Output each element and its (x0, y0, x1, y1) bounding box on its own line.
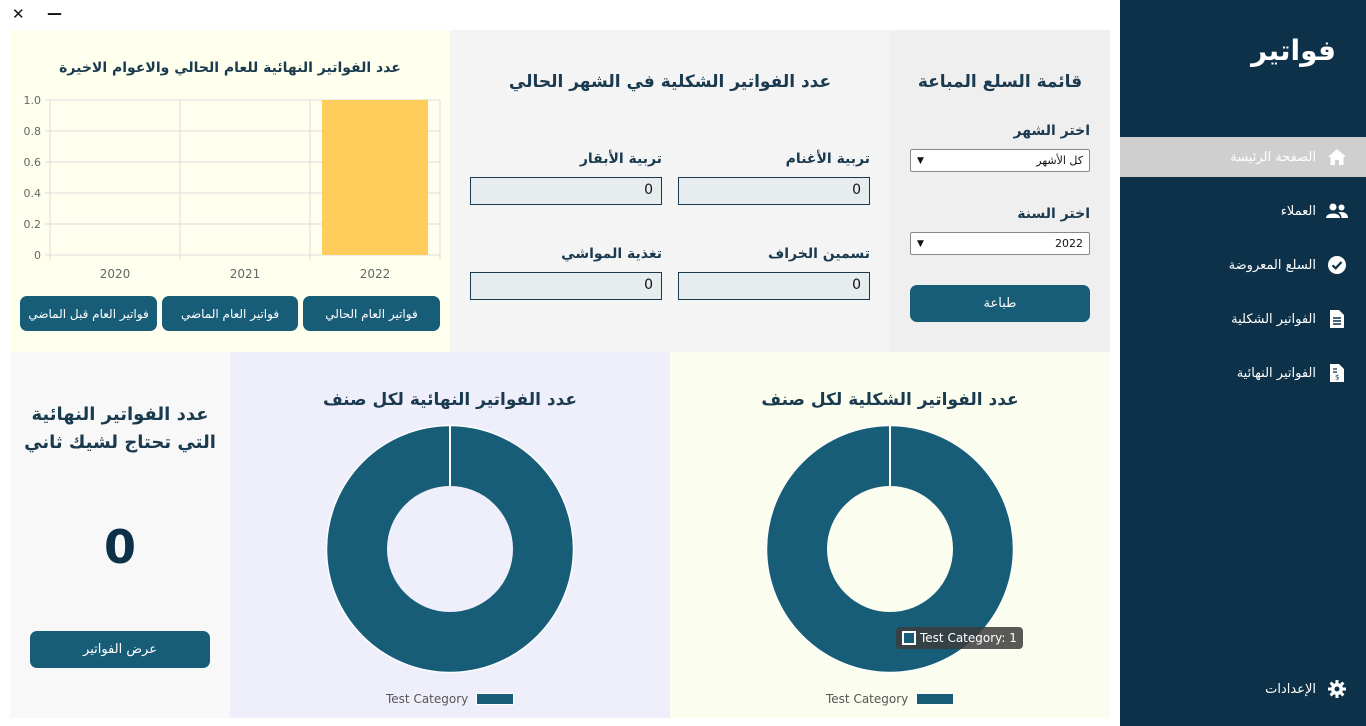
sidebar-item-label: العملاء (1280, 203, 1316, 219)
field-value-livestock-feeding: 0 (470, 272, 662, 300)
gear-icon (1326, 678, 1348, 700)
document-icon (1326, 308, 1348, 330)
y-tick-label: 0.6 (24, 156, 42, 169)
users-icon (1326, 200, 1348, 222)
final-years-title: عدد الفواتير النهائية للعام الحالي والاع… (59, 60, 401, 76)
sidebar-item-label: الإعدادات (1265, 681, 1316, 697)
proforma-month-title: عدد الفواتير الشكلية في الشهر الحالي (508, 72, 832, 92)
last-year-invoices-button[interactable]: فواتير العام الماضي (162, 296, 298, 331)
field-value-lamb-fattening: 0 (678, 272, 870, 300)
year-before-last-invoices-button[interactable]: فواتير العام قبل الماضي (20, 296, 157, 331)
second-check-count: 0 (103, 520, 136, 574)
minimize-window-button[interactable]: — (47, 4, 62, 22)
field-label-sheep: تربية الأغنام (785, 151, 870, 167)
final-by-category-donut-chart (325, 424, 575, 674)
sidebar-item-label: الفواتير النهائية (1236, 365, 1316, 381)
check-circle-icon (1326, 254, 1348, 276)
tooltip-swatch (902, 631, 916, 645)
chart-legend: Test Category (826, 692, 955, 706)
legend-label: Test Category (826, 692, 909, 706)
sidebar: فواتير الصفحة الرئيسة العملاء السلع المع… (1120, 0, 1366, 726)
final-years-bar-chart: 0 0.2 0.4 0.6 0.8 1.0 2020 2021 2022 (24, 94, 441, 281)
tooltip-text: Test Category: 1 (920, 631, 1017, 645)
year-label: اختر السنة (1017, 206, 1090, 222)
sold-goods-panel: قائمة السلع المباعة اختر الشهر ▼ كل الأش… (890, 30, 1110, 352)
proforma-by-category-title: عدد الفواتير الشكلية لكل صنف (761, 390, 1019, 410)
second-check-title-line1: عدد الفواتير النهائية (31, 404, 209, 425)
close-window-button[interactable]: ✕ (12, 5, 25, 23)
print-button[interactable]: طباعة (910, 285, 1090, 322)
month-select-value: كل الأشهر (1036, 154, 1083, 167)
final-by-category-panel: عدد الفواتير النهائية لكل صنف Test Categ… (230, 352, 670, 718)
bar (322, 100, 428, 255)
x-tick-label: 2021 (230, 267, 261, 281)
second-check-panel: عدد الفواتير النهائية التي تحتاج لشيك ثا… (10, 352, 230, 718)
home-icon (1326, 146, 1348, 168)
sidebar-item-settings[interactable]: الإعدادات (1120, 669, 1366, 709)
sidebar-item-home[interactable]: الصفحة الرئيسة (1120, 137, 1366, 177)
invoice-icon: $ (1326, 362, 1348, 384)
y-tick-label: 0.2 (24, 218, 42, 231)
chevron-down-icon: ▼ (917, 155, 924, 166)
chart-tooltip: Test Category: 1 (896, 627, 1023, 649)
sold-goods-title: قائمة السلع المباعة (917, 72, 1083, 92)
year-select[interactable]: ▼ 2022 (910, 232, 1090, 255)
y-tick-label: 0.8 (24, 125, 42, 138)
chevron-down-icon: ▼ (917, 238, 924, 249)
proforma-by-category-panel: عدد الفواتير الشكلية لكل صنف Test Catego… (670, 352, 1110, 718)
field-label-cattle: تربية الأبقار (579, 151, 662, 167)
x-tick-label: 2020 (100, 267, 131, 281)
sidebar-item-customers[interactable]: العملاء (1120, 191, 1366, 231)
field-value-sheep: 0 (678, 177, 870, 205)
y-tick-label: 0 (34, 249, 41, 262)
current-year-invoices-button[interactable]: فواتير العام الحالي (303, 296, 440, 331)
x-tick-label: 2022 (360, 267, 391, 281)
sidebar-item-label: الصفحة الرئيسة (1230, 149, 1316, 165)
field-label-livestock-feeding: تغذية المواشي (561, 246, 662, 262)
legend-swatch (916, 693, 955, 705)
legend-swatch (476, 693, 515, 705)
view-invoices-button[interactable]: عرض الفواتير (30, 631, 210, 668)
year-select-value: 2022 (1055, 237, 1083, 250)
proforma-month-panel: عدد الفواتير الشكلية في الشهر الحالي ترب… (450, 30, 890, 352)
y-tick-label: 1.0 (24, 94, 42, 107)
field-label-lamb-fattening: تسمين الخراف (768, 246, 870, 262)
sidebar-item-label: السلع المعروضة (1228, 257, 1316, 273)
sidebar-item-products[interactable]: السلع المعروضة (1120, 245, 1366, 285)
app-brand: فواتير (1251, 34, 1336, 67)
final-years-panel: عدد الفواتير النهائية للعام الحالي والاع… (10, 30, 450, 352)
month-label: اختر الشهر (1013, 123, 1090, 139)
sidebar-item-final[interactable]: الفواتير النهائية $ (1120, 353, 1366, 393)
chart-legend: Test Category (386, 692, 515, 706)
y-tick-label: 0.4 (24, 187, 42, 200)
legend-label: Test Category (386, 692, 469, 706)
sidebar-item-label: الفواتير الشكلية (1231, 311, 1316, 327)
second-check-title-line2: التي تحتاج لشيك ثاني (24, 432, 216, 453)
field-value-cattle: 0 (470, 177, 662, 205)
svg-text:$: $ (1335, 374, 1339, 382)
final-by-category-title: عدد الفواتير النهائية لكل صنف (322, 390, 578, 410)
month-select[interactable]: ▼ كل الأشهر (910, 149, 1090, 172)
sidebar-item-proforma[interactable]: الفواتير الشكلية (1120, 299, 1366, 339)
